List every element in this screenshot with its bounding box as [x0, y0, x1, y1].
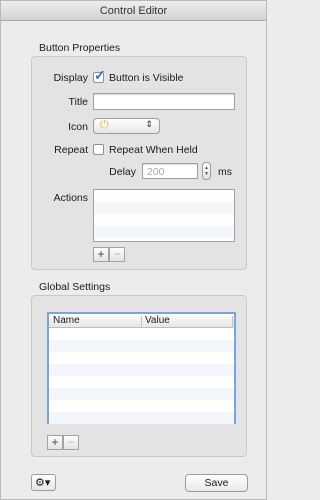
control-editor-window: Control Editor Button Properties Display…	[0, 0, 267, 500]
stepper-down-icon: ▼	[204, 171, 209, 177]
delay-label: Delay	[109, 166, 136, 178]
icon-popup[interactable]: ⏻ ⇕	[93, 118, 160, 134]
repeat-checkbox[interactable]	[93, 144, 104, 155]
display-label: Display	[53, 72, 88, 84]
global-settings-heading: Global Settings	[39, 281, 111, 293]
power-icon: ⏻	[100, 119, 109, 131]
window-title: Control Editor	[1, 1, 266, 21]
remove-action-button[interactable]: −	[109, 247, 125, 262]
repeat-label: Repeat	[54, 144, 88, 156]
gear-menu-button[interactable]: ⚙▾	[31, 474, 56, 491]
button-properties-heading: Button Properties	[39, 42, 121, 54]
delay-stepper[interactable]: ▲ ▼	[202, 162, 211, 180]
actions-label: Actions	[53, 192, 88, 204]
actions-list[interactable]	[93, 189, 235, 242]
gear-icon: ⚙▾	[35, 477, 51, 489]
save-button[interactable]: Save	[185, 474, 248, 492]
popup-arrows-icon: ⇕	[145, 119, 153, 129]
title-label: Title	[68, 96, 88, 108]
global-settings-table[interactable]: Name Value	[47, 312, 236, 424]
button-properties-group: Display ✓ Button is Visible Title Icon ⏻…	[31, 56, 247, 270]
display-checkbox[interactable]: ✓	[93, 68, 106, 83]
delay-unit: ms	[218, 166, 232, 178]
icon-label: Icon	[68, 121, 88, 133]
delay-field[interactable]: 200	[142, 163, 198, 179]
checkmark-icon: ✓	[94, 67, 106, 83]
add-action-button[interactable]: +	[93, 247, 109, 262]
column-header-value[interactable]: Value	[145, 315, 170, 326]
global-settings-group: Name Value + −	[31, 295, 247, 457]
remove-setting-button[interactable]: −	[63, 435, 79, 450]
repeat-checkbox-label[interactable]: Repeat When Held	[109, 144, 198, 156]
title-field[interactable]	[93, 93, 235, 110]
add-setting-button[interactable]: +	[47, 435, 63, 450]
table-header: Name Value	[49, 314, 234, 328]
column-header-name[interactable]: Name	[53, 315, 80, 326]
display-checkbox-label[interactable]: Button is Visible	[109, 72, 184, 84]
